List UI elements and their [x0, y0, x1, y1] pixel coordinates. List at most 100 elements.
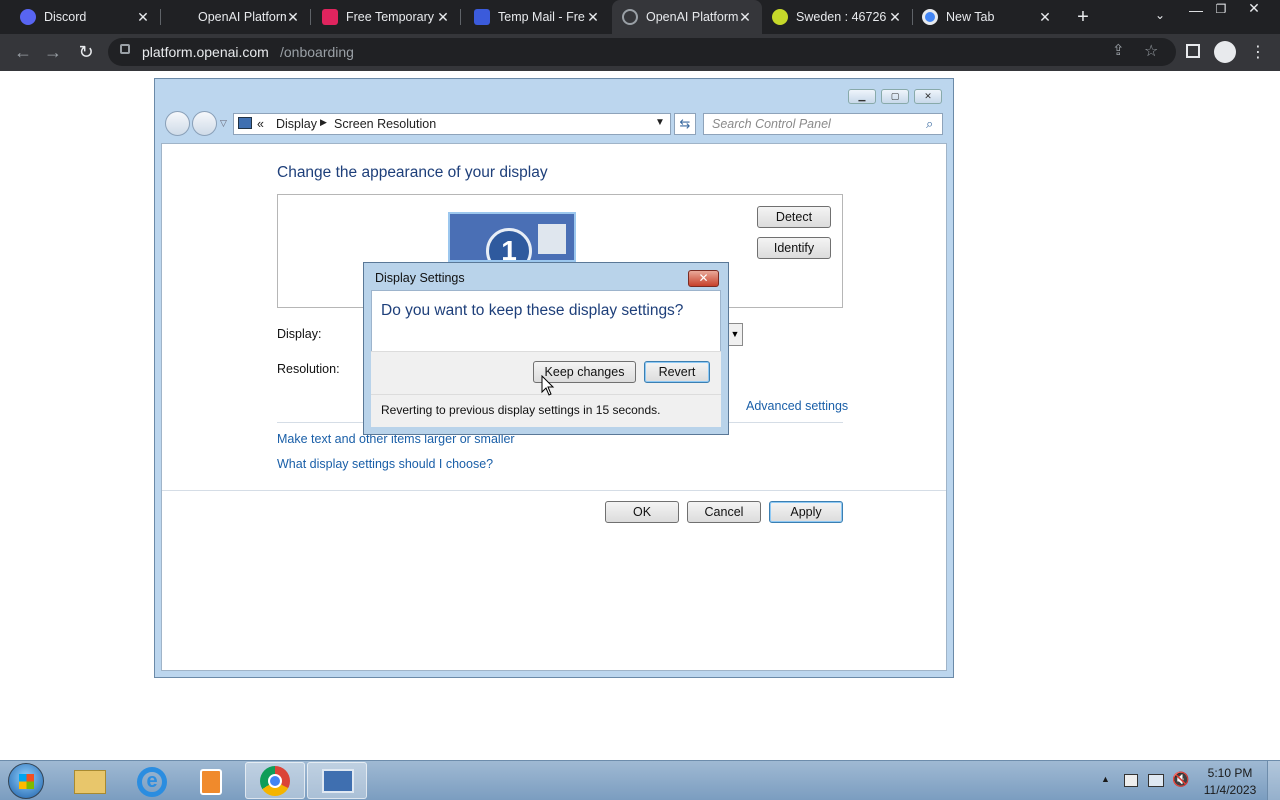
- start-button[interactable]: [8, 763, 44, 799]
- tab-title: Sweden : 46726: [796, 10, 887, 24]
- bookmark-star-icon[interactable]: ☆: [1144, 41, 1158, 61]
- network-icon[interactable]: [1148, 774, 1164, 787]
- monitor-1-icon[interactable]: 1: [448, 212, 576, 262]
- side-panel-icon[interactable]: [1186, 44, 1200, 58]
- show-hidden-icons-icon[interactable]: ▲: [1101, 774, 1110, 784]
- tab-temp-mail[interactable]: Temp Mail - Fre ✕: [460, 0, 610, 34]
- resolution-label: Resolution:: [277, 362, 340, 376]
- dropdown-arrow-icon[interactable]: ▼: [655, 117, 665, 128]
- tab-search-chevron-icon[interactable]: ⌄: [1150, 8, 1170, 22]
- tab-openai-platform[interactable]: OpenAI Platform ✕: [160, 0, 310, 34]
- restore-icon[interactable]: ❐: [1211, 2, 1231, 16]
- close-icon[interactable]: ✕: [888, 9, 902, 26]
- tab-title: Discord: [44, 10, 87, 24]
- url-path: /onboarding: [280, 44, 354, 60]
- dialog-close-button[interactable]: ✕: [688, 270, 719, 287]
- profile-avatar-icon[interactable]: [1214, 41, 1236, 63]
- chrome-center: [268, 774, 282, 788]
- identify-button[interactable]: Identify: [757, 237, 831, 259]
- refresh-icon[interactable]: ⇆: [674, 113, 696, 135]
- taskbar-media-player[interactable]: [182, 762, 242, 799]
- cp-close-button[interactable]: ✕: [914, 89, 942, 104]
- openai-icon: [622, 9, 638, 25]
- cp-maximize-button[interactable]: ▢: [881, 89, 909, 104]
- close-icon[interactable]: ✕: [738, 9, 752, 26]
- breadcrumb-display[interactable]: Display: [276, 117, 317, 131]
- breadcrumb-overflow[interactable]: «: [257, 117, 264, 131]
- more-menu-icon[interactable]: ⋮: [1250, 42, 1266, 62]
- folder-icon: [74, 770, 106, 794]
- cp-minimize-button[interactable]: ▁: [848, 89, 876, 104]
- volume-muted-icon[interactable]: 🔇: [1172, 771, 1189, 788]
- tab-title: Free Temporary: [346, 10, 434, 24]
- close-icon[interactable]: ✕: [436, 9, 450, 26]
- media-player-icon: [200, 769, 222, 795]
- tab-title: Temp Mail - Fre: [498, 10, 585, 24]
- control-panel-icon: [322, 769, 354, 793]
- temp-mail-icon: [322, 9, 338, 25]
- breadcrumb[interactable]: « Display ▶ Screen Resolution ▼: [233, 113, 671, 135]
- tab-title: OpenAI Platform: [646, 10, 738, 24]
- clock-time[interactable]: 5:10 PM: [1202, 766, 1258, 780]
- revert-button[interactable]: Revert: [644, 361, 710, 383]
- tab-title: New Tab: [946, 10, 995, 24]
- breadcrumb-arrow-icon: ▶: [320, 117, 327, 127]
- taskbar-chrome[interactable]: [245, 762, 305, 799]
- taskbar-internet-explorer[interactable]: e: [122, 762, 182, 799]
- display-select-arrow-icon[interactable]: ▼: [727, 323, 743, 346]
- display-label: Display:: [277, 327, 322, 341]
- display-settings-help-link[interactable]: What display settings should I choose?: [277, 457, 493, 471]
- tab-openai-platform-active[interactable]: OpenAI Platform ✕: [612, 0, 762, 34]
- new-tab-button[interactable]: +: [1072, 6, 1094, 29]
- url-host: platform.openai.com: [142, 44, 269, 60]
- search-icon[interactable]: ⌕: [926, 116, 933, 132]
- share-icon[interactable]: ⇪: [1112, 41, 1125, 59]
- sms-service-icon: [772, 9, 788, 25]
- browser-tab-strip: Discord ✕ OpenAI Platform ✕ Free Tempora…: [0, 0, 1280, 34]
- internet-explorer-icon: e: [137, 767, 167, 797]
- mouse-cursor-icon: [541, 375, 555, 396]
- minimize-icon[interactable]: —: [1186, 2, 1206, 18]
- cp-back-button[interactable]: [165, 111, 190, 136]
- forward-arrow-icon[interactable]: →: [42, 42, 64, 62]
- clock-date[interactable]: 11/4/2023: [1202, 783, 1258, 797]
- tab-new-tab[interactable]: New Tab ✕: [912, 0, 1062, 34]
- back-arrow-icon[interactable]: ←: [12, 42, 34, 62]
- countdown-text: Reverting to previous display settings i…: [381, 403, 661, 417]
- shield-icon: [474, 9, 490, 25]
- discord-icon: [20, 9, 36, 25]
- show-desktop-button[interactable]: [1267, 761, 1280, 800]
- tab-sweden[interactable]: Sweden : 46726 ✕: [762, 0, 912, 34]
- windows-logo-icon: [19, 774, 34, 789]
- advanced-settings-link[interactable]: Advanced settings: [746, 399, 848, 413]
- detect-button[interactable]: Detect: [757, 206, 831, 228]
- openai-icon: [174, 9, 190, 25]
- cp-forward-button[interactable]: [192, 111, 217, 136]
- close-icon[interactable]: ✕: [1038, 9, 1052, 26]
- close-icon[interactable]: ✕: [136, 9, 150, 26]
- page-title: Change the appearance of your display: [277, 164, 548, 181]
- chrome-icon: [260, 766, 290, 796]
- window-close-icon[interactable]: ✕: [1244, 0, 1264, 17]
- tab-free-temporary[interactable]: Free Temporary ✕: [310, 0, 460, 34]
- ok-button[interactable]: OK: [605, 501, 679, 523]
- close-icon[interactable]: ✕: [286, 9, 300, 26]
- chrome-icon: [922, 9, 938, 25]
- tab-title: OpenAI Platform: [198, 10, 286, 24]
- taskbar-explorer[interactable]: [60, 762, 120, 799]
- taskbar-control-panel[interactable]: [307, 762, 367, 799]
- cancel-button[interactable]: Cancel: [687, 501, 761, 523]
- address-bar[interactable]: platform.openai.com /onboarding ⇪ ☆: [108, 38, 1176, 66]
- breadcrumb-screen-resolution[interactable]: Screen Resolution: [334, 117, 436, 131]
- tab-discord[interactable]: Discord ✕: [0, 0, 160, 34]
- window-thumbnail-icon: [538, 224, 566, 254]
- lock-icon: [120, 44, 130, 54]
- action-center-flag-icon[interactable]: [1124, 774, 1138, 787]
- reload-icon[interactable]: ↻: [75, 42, 97, 62]
- close-icon[interactable]: ✕: [586, 9, 600, 26]
- display-control-panel-icon: [238, 117, 252, 129]
- monitor-number-badge: 1: [486, 228, 532, 260]
- search-control-panel-input[interactable]: Search Control Panel ⌕: [703, 113, 943, 135]
- apply-button[interactable]: Apply: [769, 501, 843, 523]
- recent-pages-icon[interactable]: ▽: [220, 118, 227, 129]
